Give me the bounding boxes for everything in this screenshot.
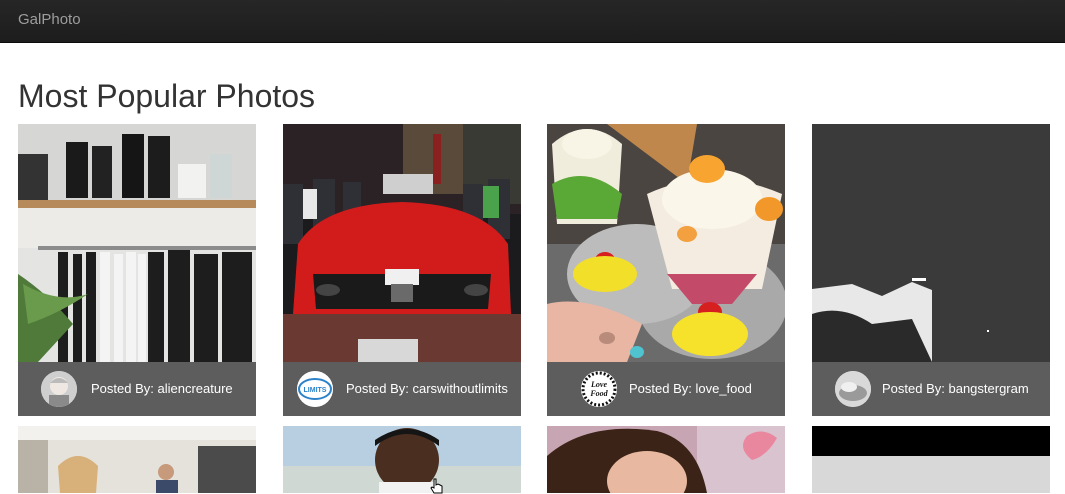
photo-thumbnail[interactable] [18,426,256,493]
photo-card[interactable]: Posted By: aliencreature [18,124,256,416]
user-avatar[interactable] [41,371,77,407]
user-avatar[interactable] [835,371,871,407]
photo-caption: Posted By: bangstergram [812,362,1050,416]
user-avatar[interactable]: LIMITS [297,371,333,407]
hand-cursor-icon [430,478,443,494]
posted-by-text[interactable]: Posted By: aliencreature [91,381,233,396]
navbar: GalPhoto [0,0,1065,43]
photo-caption: LIMITS Posted By: carswithoutlimits [283,362,521,416]
photo-thumbnail[interactable] [283,124,521,362]
photo-thumbnail[interactable] [812,426,1050,493]
user-avatar[interactable]: Love Food [581,371,617,407]
posted-by-text[interactable]: Posted By: bangstergram [882,381,1029,396]
avatar-logo-text: Food [589,389,608,398]
brand-link[interactable]: GalPhoto [18,11,81,28]
photo-card[interactable]: Love Food Posted By: love_food [547,124,785,416]
photo-card[interactable]: LIMITS Posted By: carswithoutlimits [283,124,521,416]
photo-card[interactable] [812,426,1050,493]
photo-caption: Love Food Posted By: love_food [547,362,785,416]
avatar-logo-text: Love [590,380,607,389]
photo-thumbnail[interactable] [18,124,256,362]
photo-thumbnail[interactable] [547,124,785,362]
avatar-logo-text: LIMITS [304,387,327,394]
posted-by-text[interactable]: Posted By: carswithoutlimits [346,381,508,396]
photo-thumbnail[interactable] [547,426,785,493]
photo-thumbnail[interactable] [283,426,521,493]
posted-by-text[interactable]: Posted By: love_food [629,381,752,396]
photo-caption: Posted By: aliencreature [18,362,256,416]
photo-thumbnail[interactable] [812,124,1050,362]
photo-card[interactable] [547,426,785,493]
photo-card[interactable] [283,426,521,493]
page-title: Most Popular Photos [18,78,316,114]
photo-card[interactable]: Posted By: bangstergram [812,124,1050,416]
photo-card[interactable] [18,426,256,493]
